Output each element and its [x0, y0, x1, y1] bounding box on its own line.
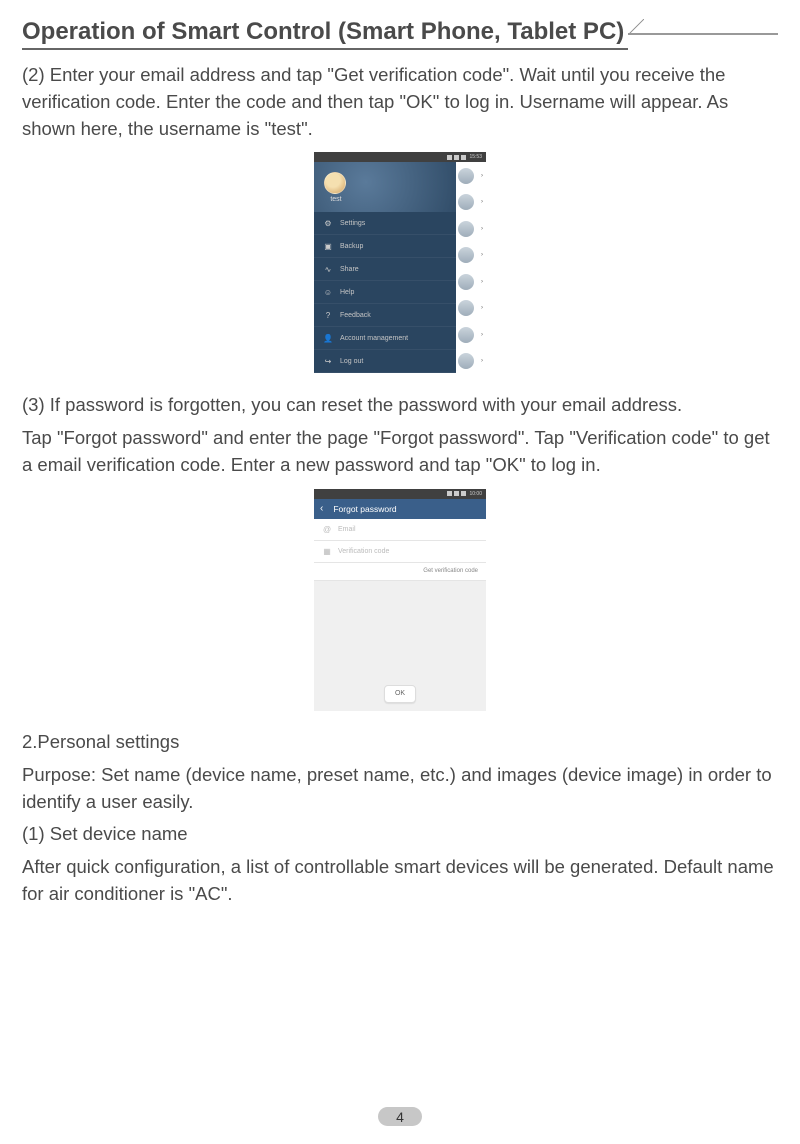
screenshot-2-wrap: 10:00 ‹ Forgot password @ Email ▦ Verifi… [22, 489, 778, 711]
paragraph-3: (3) If password is forgotten, you can re… [22, 392, 778, 419]
phone2-title: Forgot password [333, 504, 396, 514]
phone2-body [314, 581, 486, 673]
signal-icon [447, 491, 452, 496]
phone1-right-badges: › › › › › › › › [456, 162, 486, 374]
device-badge: › [456, 189, 486, 216]
section-title: Operation of Smart Control (Smart Phone,… [22, 18, 628, 50]
header-rule [628, 33, 778, 35]
email-field[interactable]: @ Email [314, 519, 486, 541]
menu-label: Feedback [340, 312, 371, 319]
code-icon: ▦ [322, 546, 332, 556]
phone1-statusbar: 15:53 [314, 152, 486, 162]
signal-icon [447, 155, 452, 160]
content: (2) Enter your email address and tap "Ge… [0, 50, 800, 908]
battery-icon [461, 491, 466, 496]
page-number: 4 [378, 1107, 422, 1126]
menu-label: Account management [340, 335, 408, 342]
get-code-button[interactable]: Get verification code [314, 563, 486, 581]
battery-icon [461, 155, 466, 160]
phone2-statusbar: 10:00 [314, 489, 486, 499]
username-label: test [330, 196, 341, 203]
section-2-1-heading: (1) Set device name [22, 821, 778, 848]
email-icon: @ [322, 524, 332, 534]
paragraph-3b: Tap "Forgot password" and enter the page… [22, 425, 778, 479]
section-2-1-body: After quick configuration, a list of con… [22, 854, 778, 908]
account-icon: 👤 [324, 334, 332, 342]
device-badge: › [456, 162, 486, 189]
menu-label: Log out [340, 358, 363, 365]
statusbar-time: 10:00 [469, 491, 482, 497]
logout-icon: ↪ [324, 357, 332, 365]
email-placeholder: Email [338, 526, 356, 533]
ok-button[interactable]: OK [384, 685, 416, 703]
back-icon[interactable]: ‹ [320, 503, 323, 514]
backup-icon: ▣ [324, 242, 332, 250]
status-icons [447, 491, 466, 496]
feedback-icon: ? [324, 311, 332, 319]
device-badge: › [456, 242, 486, 269]
menu-label: Share [340, 266, 359, 273]
share-icon: ∿ [324, 265, 332, 273]
paragraph-2: (2) Enter your email address and tap "Ge… [22, 62, 778, 142]
code-placeholder: Verification code [338, 548, 389, 555]
phone2-titlebar: ‹ Forgot password [314, 499, 486, 519]
phone-screenshot-menu: 15:53 test ⚙ Settings ▣ Backup [314, 152, 486, 374]
section-header: Operation of Smart Control (Smart Phone,… [22, 18, 778, 50]
avatar-block: test [324, 172, 346, 203]
ok-row: OK [314, 673, 486, 711]
section-2-purpose: Purpose: Set name (device name, preset n… [22, 762, 778, 816]
device-badge: › [456, 268, 486, 295]
menu-label: Settings [340, 220, 365, 227]
avatar [324, 172, 346, 194]
wifi-icon [454, 491, 459, 496]
menu-label: Backup [340, 243, 363, 250]
section-2-heading: 2.Personal settings [22, 729, 778, 756]
statusbar-time: 15:53 [469, 154, 482, 160]
menu-label: Help [340, 289, 354, 296]
status-icons [447, 155, 466, 160]
screenshot-1-wrap: 15:53 test ⚙ Settings ▣ Backup [22, 152, 778, 374]
gear-icon: ⚙ [324, 219, 332, 227]
help-icon: ☺ [324, 288, 332, 296]
wifi-icon [454, 155, 459, 160]
page-number-wrap: 4 [0, 1107, 800, 1126]
phone-screenshot-forgot: 10:00 ‹ Forgot password @ Email ▦ Verifi… [314, 489, 486, 711]
device-badge: › [456, 215, 486, 242]
code-field[interactable]: ▦ Verification code [314, 541, 486, 563]
device-badge: › [456, 321, 486, 348]
device-badge: › [456, 295, 486, 322]
device-badge: › [456, 348, 486, 375]
